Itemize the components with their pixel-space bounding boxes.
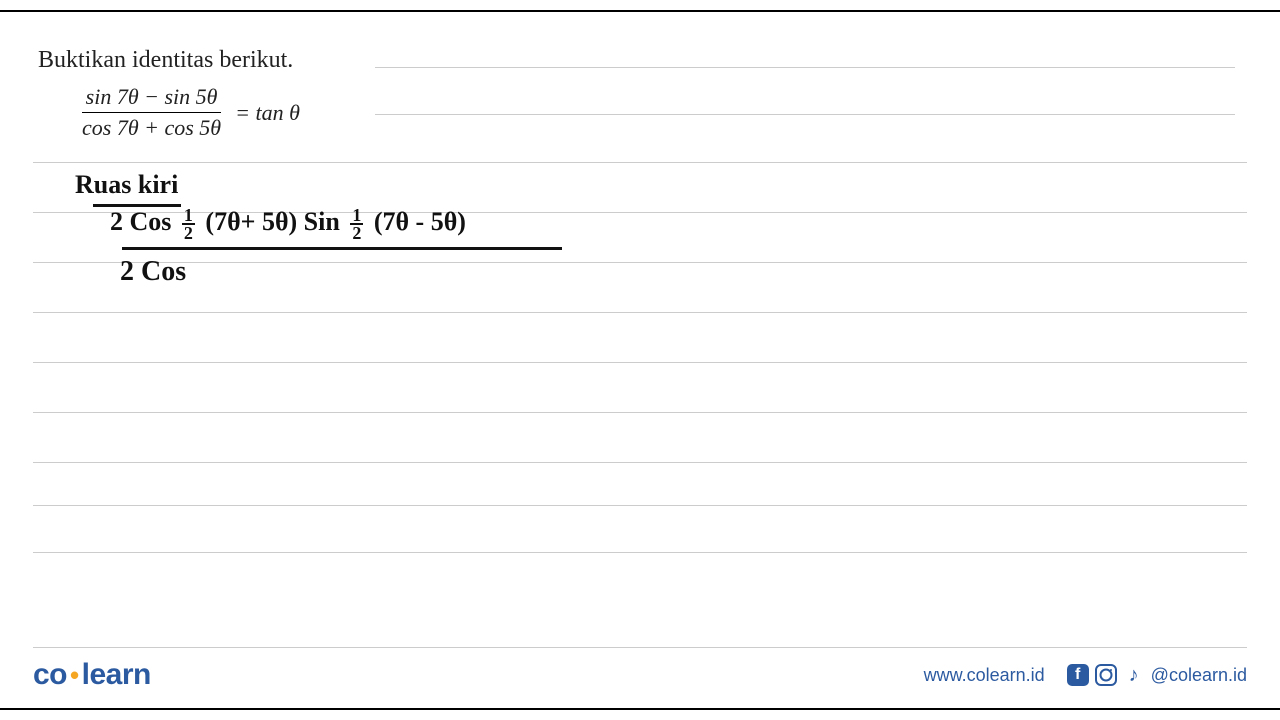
handwritten-denominator: 2 Cos <box>108 250 198 288</box>
logo-dot: • <box>70 660 79 691</box>
ruled-line <box>375 67 1235 68</box>
social-handle: @colearn.id <box>1151 665 1247 686</box>
content-area: Buktikan identitas berikut. sin 7θ − sin… <box>0 12 1280 660</box>
ruled-line <box>33 162 1247 163</box>
fraction-denominator: cos 7θ + cos 5θ <box>78 113 225 141</box>
ruled-line <box>33 412 1247 413</box>
half-bottom: 2 <box>182 225 195 241</box>
bottom-border <box>0 708 1280 710</box>
problem-equation: sin 7θ − sin 5θ cos 7θ + cos 5θ = tan θ <box>78 84 300 141</box>
ruled-line <box>33 552 1247 553</box>
ruled-line <box>33 462 1247 463</box>
handwritten-section-label: Ruas kiri <box>75 170 178 200</box>
problem-title: Buktikan identitas berikut. <box>38 47 300 74</box>
ruled-line <box>33 312 1247 313</box>
problem-statement: Buktikan identitas berikut. sin 7θ − sin… <box>38 47 300 141</box>
ruled-line <box>33 647 1247 648</box>
lhs-fraction: sin 7θ − sin 5θ cos 7θ + cos 5θ <box>78 84 225 141</box>
logo-part-learn: learn <box>82 658 151 692</box>
one-half-fraction: 1 2 <box>350 207 363 241</box>
handwritten-numerator: 2 Cos 1 2 (7θ+ 5θ) Sin 1 2 (7θ - 5θ) <box>98 207 478 245</box>
tiktok-icon: ♪ <box>1123 664 1145 686</box>
handwritten-work: 2 Cos 1 2 (7θ+ 5θ) Sin 1 2 (7θ - 5θ) 2 C… <box>98 207 562 288</box>
half-bottom: 2 <box>350 225 363 241</box>
footer: co • learn www.colearn.id f ♪ @colearn.i… <box>33 658 1247 692</box>
ruled-line <box>33 362 1247 363</box>
instagram-icon <box>1095 664 1117 686</box>
equation-rhs: = tan θ <box>235 100 300 126</box>
brand-logo: co • learn <box>33 658 151 692</box>
website-url: www.colearn.id <box>924 665 1045 686</box>
social-icons: f ♪ @colearn.id <box>1067 664 1247 686</box>
facebook-icon: f <box>1067 664 1089 686</box>
hw-text: (7θ+ 5θ) Sin <box>205 207 339 236</box>
ruled-line <box>375 114 1235 115</box>
hw-text: 2 Cos <box>110 207 171 236</box>
footer-right: www.colearn.id f ♪ @colearn.id <box>924 664 1247 686</box>
ruled-line <box>33 505 1247 506</box>
hw-text: (7θ - 5θ) <box>374 207 466 236</box>
one-half-fraction: 1 2 <box>182 207 195 241</box>
fraction-numerator: sin 7θ − sin 5θ <box>82 84 222 113</box>
logo-part-co: co <box>33 658 67 692</box>
